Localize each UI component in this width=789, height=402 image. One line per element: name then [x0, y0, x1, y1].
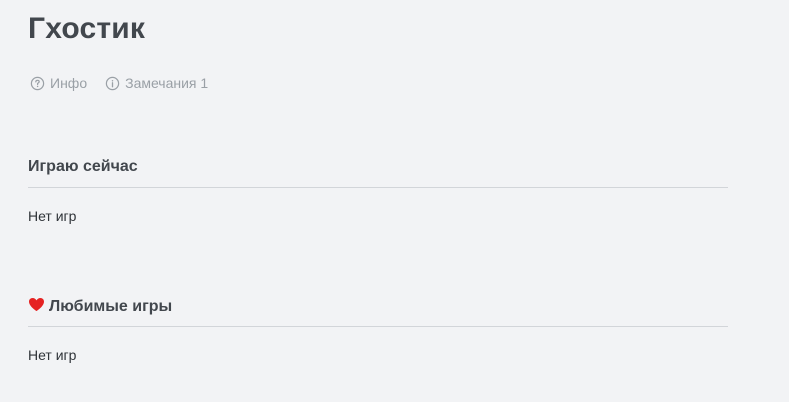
tab-info[interactable]: Инфо: [30, 75, 87, 91]
section-divider: [28, 187, 728, 188]
profile-page: Гхостик Инфо Замечания 1 Играю сейчас Не…: [0, 0, 789, 402]
section-favorite-games-label: Любимые игры: [49, 298, 173, 315]
info-circle-icon: [105, 76, 120, 91]
section-playing-now-title: Играю сейчас: [28, 158, 138, 176]
heart-icon: [28, 297, 45, 317]
question-circle-icon: [30, 76, 45, 91]
tab-remarks-label: Замечания 1: [125, 75, 209, 91]
section-favorite-games-title: Любимые игры: [28, 297, 172, 317]
playing-now-empty-text: Нет игр: [28, 208, 77, 224]
tab-remarks[interactable]: Замечания 1: [105, 75, 208, 91]
section-divider: [28, 326, 728, 327]
section-playing-now-label: Играю сейчас: [28, 158, 138, 175]
favorite-games-empty-text: Нет игр: [28, 347, 77, 363]
tab-info-label: Инфо: [50, 75, 88, 91]
profile-tabs: Инфо Замечания 1: [30, 75, 208, 91]
page-title: Гхостик: [28, 12, 146, 45]
